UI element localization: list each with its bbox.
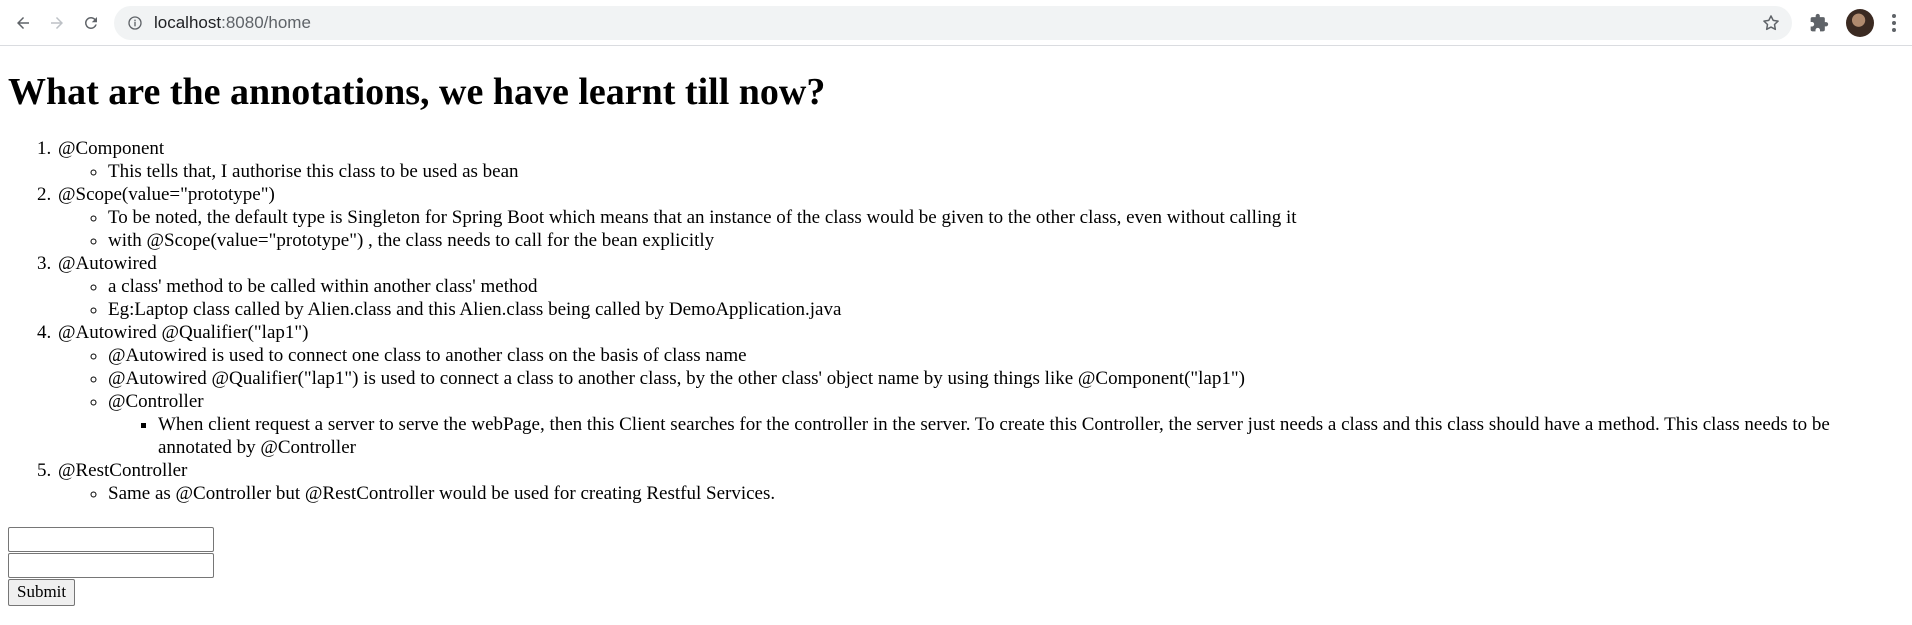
forward-arrow-icon[interactable] bbox=[42, 8, 72, 38]
url-host: localhost bbox=[154, 12, 222, 32]
sub-list-item: @Autowired @Qualifier("lap1") is used to… bbox=[108, 367, 1904, 390]
list-item-title: @RestController bbox=[58, 459, 188, 481]
list-item: @RestController Same as @Controller but … bbox=[56, 459, 1904, 505]
list-item-title: @Autowired @Qualifier("lap1") bbox=[58, 321, 309, 343]
text-input-1[interactable] bbox=[8, 526, 214, 552]
sub-list: a class' method to be called within anot… bbox=[58, 275, 1904, 321]
sub-list: This tells that, I authorise this class … bbox=[58, 160, 1904, 183]
url-path: :8080/home bbox=[221, 12, 311, 32]
back-arrow-icon[interactable] bbox=[8, 8, 38, 38]
extensions-icon[interactable] bbox=[1804, 8, 1834, 38]
sub-list-item-title: @Controller bbox=[108, 390, 204, 412]
sub-list-item: @Autowired is used to connect one class … bbox=[108, 344, 1904, 367]
list-item-title: @Component bbox=[58, 137, 165, 159]
sub-list: To be noted, the default type is Singlet… bbox=[58, 206, 1904, 252]
list-item: @Autowired @Qualifier("lap1") @Autowired… bbox=[56, 321, 1904, 459]
submit-button[interactable]: Submit bbox=[8, 578, 76, 606]
sub-list: @Autowired is used to connect one class … bbox=[58, 344, 1904, 459]
list-item: @Scope(value="prototype") To be noted, t… bbox=[56, 183, 1904, 252]
sub-list-item: To be noted, the default type is Singlet… bbox=[108, 206, 1904, 229]
sub-list-item: @Controller When client request a server… bbox=[108, 390, 1904, 459]
profile-avatar[interactable] bbox=[1846, 8, 1874, 37]
nested-sub-list-item: When client request a server to serve th… bbox=[158, 413, 1904, 459]
browser-toolbar: localhost:8080/home bbox=[0, 0, 1912, 46]
sub-list-item: Same as @Controller but @RestController … bbox=[108, 482, 1904, 505]
menu-icon[interactable] bbox=[1884, 8, 1904, 38]
sub-list: Same as @Controller but @RestController … bbox=[58, 482, 1904, 505]
reload-icon[interactable] bbox=[76, 8, 106, 38]
text-input-2[interactable] bbox=[8, 552, 214, 578]
address-bar[interactable]: localhost:8080/home bbox=[114, 5, 1792, 40]
input-form: Submit bbox=[8, 526, 1904, 606]
list-item: @Component This tells that, I authorise … bbox=[56, 137, 1904, 183]
url-text[interactable]: localhost:8080/home bbox=[154, 13, 1760, 33]
info-icon[interactable] bbox=[126, 14, 144, 32]
annotations-list: @Component This tells that, I authorise … bbox=[8, 137, 1904, 505]
nested-sub-list: When client request a server to serve th… bbox=[108, 413, 1904, 459]
page-heading: What are the annotations, we have learnt… bbox=[8, 71, 826, 113]
sub-list-item: This tells that, I authorise this class … bbox=[108, 160, 1904, 183]
sub-list-item: with @Scope(value="prototype") , the cla… bbox=[108, 229, 1904, 252]
page-content: What are the annotations, we have learnt… bbox=[0, 71, 1912, 606]
list-item: @Autowired a class' method to be called … bbox=[56, 252, 1904, 321]
sub-list-item: Eg:Laptop class called by Alien.class an… bbox=[108, 298, 1904, 321]
star-icon[interactable] bbox=[1760, 12, 1782, 34]
list-item-title: @Autowired bbox=[58, 252, 157, 274]
list-item-title: @Scope(value="prototype") bbox=[58, 183, 275, 205]
sub-list-item: a class' method to be called within anot… bbox=[108, 275, 1904, 298]
